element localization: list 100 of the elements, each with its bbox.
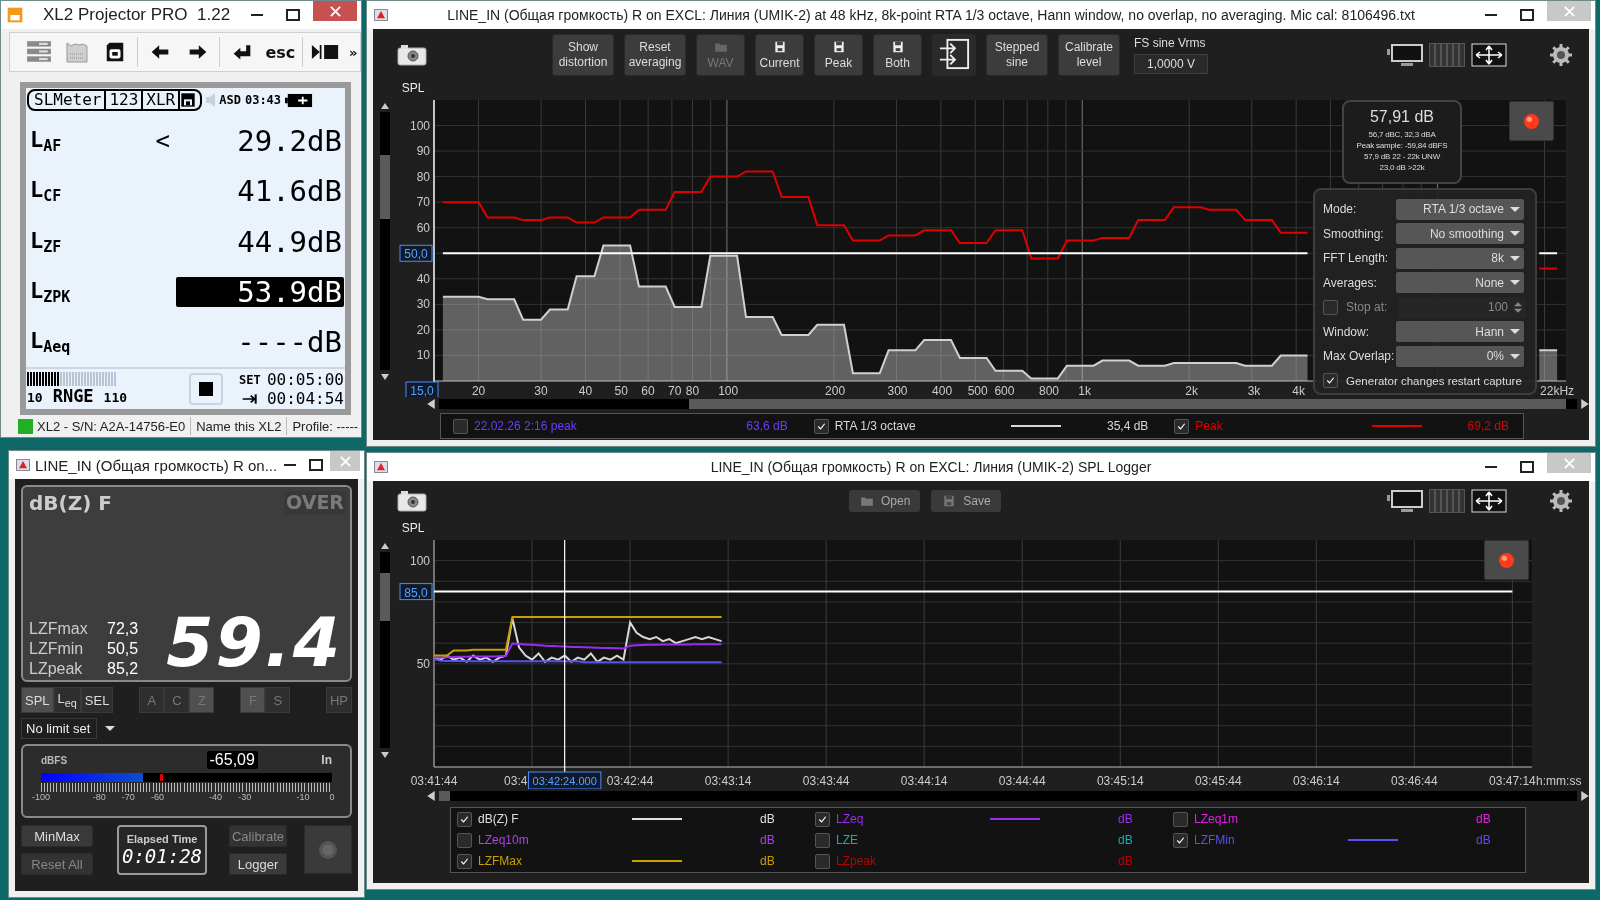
vertical-scrollbar[interactable] (380, 103, 390, 380)
device-name-link[interactable]: Name this XL2 (196, 418, 282, 434)
cursor-label[interactable]: 85,0 (399, 583, 433, 601)
axis-label: SPL (401, 81, 425, 95)
dropdown[interactable]: RTA 1/3 octave (1396, 198, 1524, 220)
overload-indicator: OVER (284, 491, 346, 515)
close-button[interactable] (313, 1, 357, 21)
move-icon (1471, 489, 1507, 513)
dropdown[interactable]: No smoothing (1396, 223, 1524, 245)
tick-label: 30 (534, 384, 548, 397)
legend-value: 63,6 dB (746, 419, 788, 433)
stop-button[interactable] (189, 373, 223, 405)
checkbox[interactable] (1174, 418, 1190, 434)
legend-line (1348, 839, 1398, 841)
checkbox[interactable] (1173, 832, 1188, 848)
measurement-value[interactable]: 29.2dB (176, 126, 344, 157)
elapsed-time: 0:01:28 (121, 845, 203, 867)
mode-button[interactable]: SEL (80, 687, 114, 713)
dropdown[interactable]: None (1396, 272, 1524, 294)
checkbox[interactable] (457, 811, 472, 827)
lcd-clock: 03:43 (244, 93, 282, 107)
view-button[interactable] (1387, 489, 1423, 513)
checkbox[interactable] (453, 418, 468, 434)
vertical-scrollbar[interactable] (380, 543, 390, 758)
scrollbar-thumb[interactable] (689, 399, 1566, 409)
move-icon (1471, 43, 1507, 67)
dropdown[interactable]: 0% (1396, 345, 1524, 367)
caret-icon (1510, 206, 1520, 212)
tick-label: 50 (416, 656, 430, 671)
tick-label: 800 (1039, 384, 1060, 397)
dropdown[interactable]: 8k (1396, 247, 1524, 269)
measurement-value[interactable]: 44.9dB (176, 226, 344, 257)
close-icon (339, 455, 351, 467)
tick-label: 03:43:44 (802, 774, 850, 788)
tick-label: 70 (668, 384, 682, 397)
measurement-value[interactable]: 53.9dB (176, 276, 344, 307)
record-button[interactable] (304, 825, 352, 874)
scrollbar[interactable] (439, 399, 1577, 409)
settings-button[interactable] (1549, 43, 1573, 67)
stat-value: 50,5 (107, 640, 139, 658)
view-button[interactable] (1471, 489, 1507, 513)
measurement-value[interactable]: ----dB (176, 326, 344, 357)
action-button[interactable]: Logger (229, 853, 287, 875)
toolbar-button[interactable]: Calibrate level (1058, 34, 1120, 76)
channel-label: In (321, 753, 332, 767)
toolbar-button[interactable]: Stepped sine (986, 34, 1048, 76)
legend-unit: dB (760, 854, 775, 868)
checkbox[interactable] (1323, 373, 1338, 389)
toolbar-button[interactable]: Current (755, 34, 804, 76)
close-icon (1563, 5, 1575, 17)
caret-icon (1510, 280, 1520, 286)
mode-button[interactable]: L$_{eq}$ (53, 687, 81, 713)
action-button[interactable]: MinMax (21, 825, 93, 847)
toolbar-button[interactable]: Peak (814, 34, 863, 76)
toolbar-button[interactable]: Open (849, 490, 921, 512)
legend-label: LZeq (836, 812, 865, 826)
limit-dropdown[interactable]: No limit set (21, 718, 97, 739)
voltage-field[interactable]: 1,0000 V (1134, 54, 1208, 74)
view-button[interactable] (1471, 43, 1507, 67)
legend-unit: dB (1476, 833, 1491, 847)
scrollbar-thumb[interactable] (439, 791, 451, 801)
esc-button[interactable]: esc (263, 36, 298, 68)
toolbar-button[interactable]: Save (931, 490, 1001, 512)
scrollbar[interactable] (439, 791, 1577, 801)
toolbar-button[interactable]: Reset averaging (624, 34, 686, 76)
tick-label: 03:43:14 (704, 774, 752, 788)
checkbox[interactable] (1173, 811, 1188, 827)
checkbox[interactable] (815, 811, 830, 827)
number-field[interactable]: 100 (1398, 296, 1526, 318)
cursor[interactable]: 03:42:24.000 (527, 539, 602, 789)
cursor-label[interactable]: 50,0 (399, 244, 433, 262)
monitor-icon (1387, 43, 1423, 67)
checkbox[interactable] (457, 832, 472, 848)
camera-button[interactable] (397, 490, 427, 512)
tick-label: 500 (967, 384, 988, 397)
close-icon (1563, 457, 1575, 469)
legend-label: Peak (1195, 419, 1224, 433)
toolbar-button[interactable]: Both (873, 34, 922, 76)
record-icon (319, 840, 337, 859)
window-title: LINE_IN (Общая громкость) R on EXCL: Линия (UMIK-2) SPL Logger (709, 459, 1153, 475)
checkbox[interactable] (457, 853, 472, 869)
dropdown[interactable]: Hann (1396, 321, 1524, 343)
checkbox[interactable] (813, 418, 829, 434)
field-label: FS sine Vrms (1134, 36, 1207, 50)
stat-label: LZFmax (29, 620, 89, 638)
view-button[interactable] (1387, 43, 1423, 67)
more-button[interactable]: » (346, 36, 361, 68)
toolbar-button[interactable]: Show distortion (552, 34, 614, 76)
camera-button[interactable] (397, 44, 427, 66)
record-button[interactable] (1484, 540, 1529, 580)
checkbox[interactable] (815, 853, 830, 869)
range-high: 110 (103, 390, 128, 405)
scale-label: -30 (238, 792, 252, 802)
checkbox[interactable] (815, 832, 830, 848)
mode-button[interactable]: SPL (21, 687, 54, 713)
measurement-value[interactable]: 41.6dB (176, 176, 344, 207)
settings-button[interactable] (1549, 489, 1573, 513)
toolbar-button[interactable] (932, 34, 976, 76)
record-button[interactable] (1509, 101, 1554, 141)
checkbox[interactable] (1323, 299, 1338, 315)
